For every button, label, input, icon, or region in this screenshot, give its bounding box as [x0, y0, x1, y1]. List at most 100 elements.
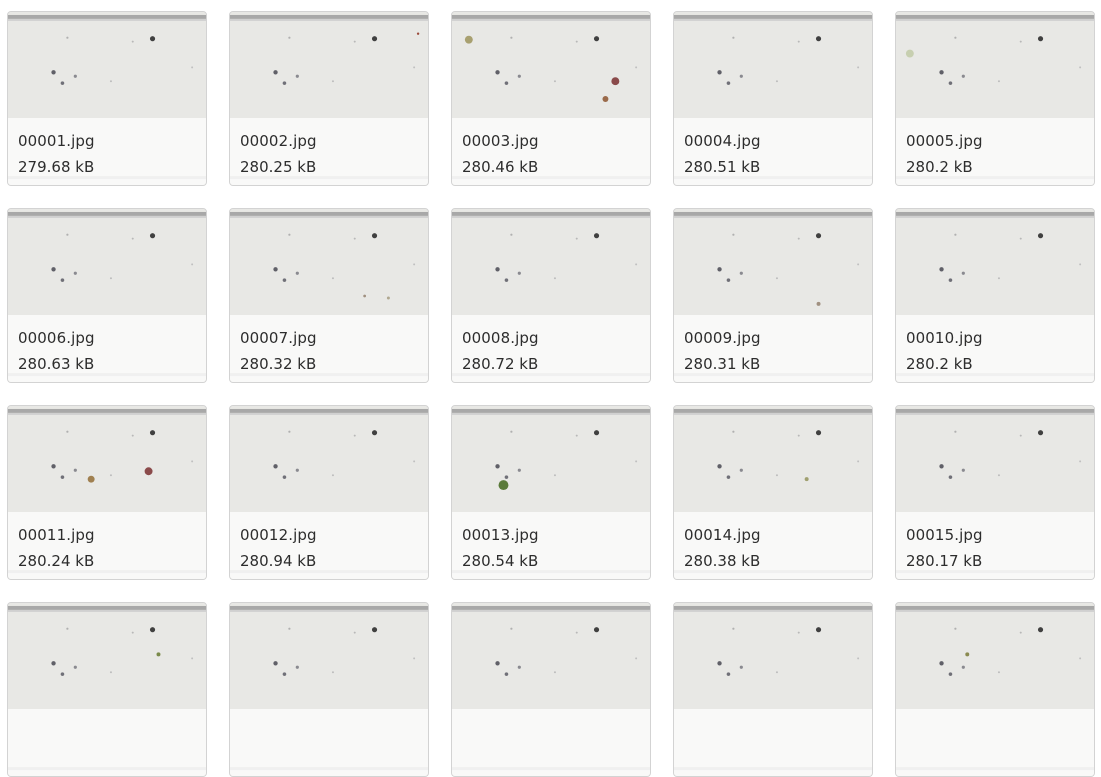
- thumbnail-speck: [144, 467, 153, 476]
- file-name: 00003.jpg: [462, 132, 539, 150]
- image-card[interactable]: 00012.jpg 280.94 kB: [229, 405, 429, 580]
- thumbnail-speck: [353, 434, 356, 437]
- thumbnail-speck: [156, 652, 161, 657]
- thumbnail-speck: [504, 81, 509, 85]
- file-name: 00013.jpg: [462, 526, 539, 544]
- thumbnail-speck: [510, 233, 513, 236]
- image-card-caption: 00014.jpg 280.38 kB: [674, 512, 872, 579]
- file-name: 00009.jpg: [684, 329, 761, 347]
- thumbnail-speck: [553, 277, 556, 280]
- thumbnail-speck: [1079, 263, 1082, 266]
- image-card[interactable]: 00003.jpg 280.46 kB: [451, 11, 651, 186]
- thumbnail-speck: [371, 430, 378, 436]
- thumbnail-speck: [593, 36, 600, 42]
- thumbnail-speck: [353, 237, 356, 240]
- image-card[interactable]: 00007.jpg 280.32 kB: [229, 208, 429, 383]
- thumbnail-speck: [775, 671, 778, 674]
- image-card[interactable]: 00013.jpg 280.54 kB: [451, 405, 651, 580]
- thumbnail-speck: [732, 430, 735, 433]
- thumbnail-speck: [273, 464, 278, 469]
- thumbnail-speck: [66, 627, 69, 630]
- thumbnail-top-edge-shadow: [230, 215, 428, 218]
- file-name: 00004.jpg: [684, 132, 761, 150]
- thumbnail-speck: [510, 627, 513, 630]
- thumbnail-top-edge: [452, 14, 650, 19]
- thumbnail-top-edge-shadow: [8, 215, 206, 218]
- thumbnail-top-edge-shadow: [230, 18, 428, 21]
- thumbnail-speck: [815, 233, 822, 239]
- thumbnail-speck: [131, 40, 134, 43]
- image-card-caption: 00002.jpg 280.25 kB: [230, 118, 428, 185]
- image-card-caption: 00004.jpg 280.51 kB: [674, 118, 872, 185]
- thumbnail-speck: [510, 430, 513, 433]
- image-card[interactable]: [7, 602, 207, 777]
- image-card[interactable]: [895, 602, 1095, 777]
- thumbnail-top-edge-shadow: [896, 609, 1094, 612]
- thumbnail-speck: [191, 66, 194, 69]
- thumbnail-speck: [857, 657, 860, 660]
- thumbnail-top-edge-shadow: [452, 609, 650, 612]
- thumbnail-speck: [131, 631, 134, 634]
- thumbnail-speck: [1037, 233, 1044, 239]
- thumbnail-speck: [732, 233, 735, 236]
- image-gallery-grid: 00001.jpg 279.68 kB 00002.jpg 280.25 kB 0000…: [7, 11, 1095, 777]
- thumbnail-speck: [149, 233, 156, 239]
- image-card[interactable]: 00011.jpg 280.24 kB: [7, 405, 207, 580]
- thumbnail-top-edge: [452, 408, 650, 413]
- thumbnail-top-edge-shadow: [674, 609, 872, 612]
- image-card[interactable]: 00006.jpg 280.63 kB: [7, 208, 207, 383]
- image-card[interactable]: 00010.jpg 280.2 kB: [895, 208, 1095, 383]
- thumbnail-speck: [295, 271, 299, 275]
- thumbnail-speck: [288, 233, 291, 236]
- file-size: 280.17 kB: [906, 552, 983, 570]
- image-card[interactable]: [673, 602, 873, 777]
- image-card[interactable]: 00015.jpg 280.17 kB: [895, 405, 1095, 580]
- image-card[interactable]: [229, 602, 429, 777]
- image-card-caption: [452, 709, 650, 776]
- thumbnail-speck: [602, 96, 609, 102]
- thumbnail-speck: [109, 80, 112, 83]
- thumbnail-speck: [295, 468, 299, 472]
- thumbnail-speck: [635, 460, 638, 463]
- image-card[interactable]: 00008.jpg 280.72 kB: [451, 208, 651, 383]
- image-card[interactable]: 00009.jpg 280.31 kB: [673, 208, 873, 383]
- file-name: 00002.jpg: [240, 132, 317, 150]
- thumbnail-top-edge: [674, 211, 872, 216]
- thumbnail-speck: [593, 627, 600, 633]
- thumbnail-speck: [726, 475, 731, 479]
- thumbnail-speck: [797, 631, 800, 634]
- thumbnail-top-edge: [230, 211, 428, 216]
- thumbnail-speck: [371, 36, 378, 42]
- thumbnail-speck: [816, 301, 821, 306]
- thumbnail-speck: [961, 665, 965, 669]
- thumbnail-speck: [635, 263, 638, 266]
- file-name: 00005.jpg: [906, 132, 983, 150]
- thumbnail-speck: [66, 36, 69, 39]
- thumbnail-top-edge-shadow: [8, 18, 206, 21]
- thumbnail-speck: [109, 474, 112, 477]
- thumbnail-speck: [363, 294, 367, 298]
- thumbnail-speck: [635, 657, 638, 660]
- thumbnail-top-edge: [230, 14, 428, 19]
- thumbnail-speck: [353, 631, 356, 634]
- image-card[interactable]: 00004.jpg 280.51 kB: [673, 11, 873, 186]
- image-card-caption: 00013.jpg 280.54 kB: [452, 512, 650, 579]
- image-card[interactable]: 00002.jpg 280.25 kB: [229, 11, 429, 186]
- thumbnail-speck: [997, 277, 1000, 280]
- thumbnail-speck: [997, 80, 1000, 83]
- thumbnail-speck: [775, 474, 778, 477]
- thumbnail-speck: [1037, 627, 1044, 633]
- thumbnail-speck: [109, 277, 112, 280]
- thumbnail-top-edge: [674, 408, 872, 413]
- thumbnail-speck: [131, 237, 134, 240]
- thumbnail-speck: [51, 267, 56, 272]
- thumbnail-top-edge: [8, 605, 206, 610]
- thumbnail-speck: [939, 70, 944, 75]
- image-card[interactable]: 00001.jpg 279.68 kB: [7, 11, 207, 186]
- thumbnail-speck: [73, 468, 77, 472]
- image-card-caption: 00012.jpg 280.94 kB: [230, 512, 428, 579]
- image-card[interactable]: 00005.jpg 280.2 kB: [895, 11, 1095, 186]
- file-name: 00012.jpg: [240, 526, 317, 544]
- image-card[interactable]: 00014.jpg 280.38 kB: [673, 405, 873, 580]
- image-card[interactable]: [451, 602, 651, 777]
